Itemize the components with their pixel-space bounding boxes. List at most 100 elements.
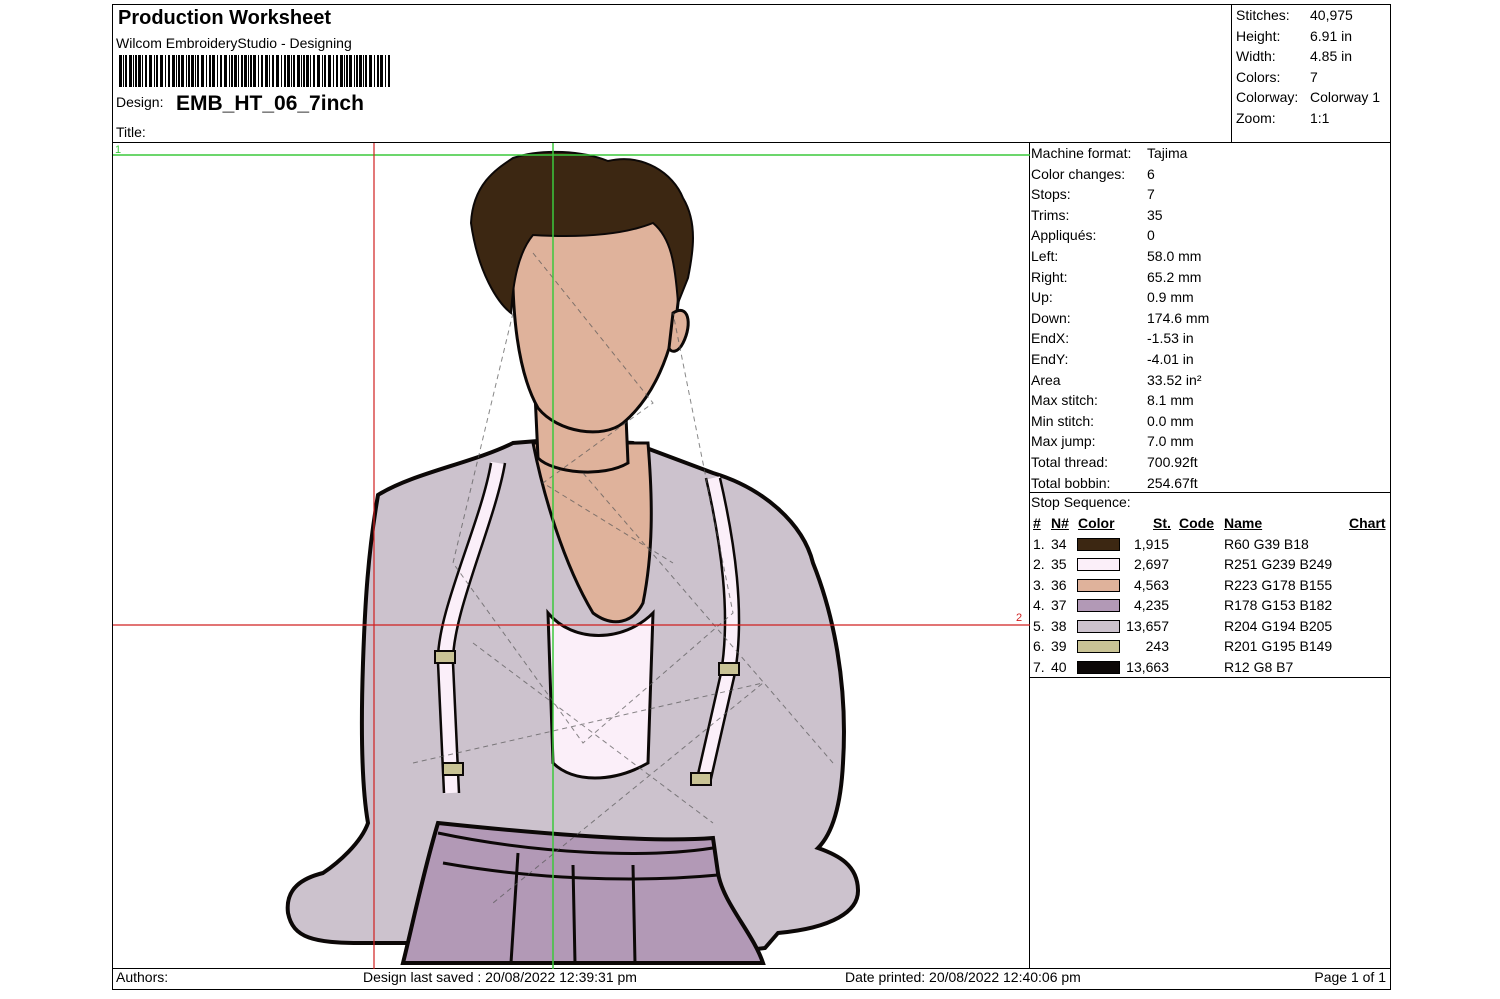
design-stats: Stitches: 40,975 Height: 6.91 in Width: 4.8… [1236, 5, 1380, 129]
barcode-bar [258, 55, 259, 87]
machine-row: Appliqués: 0 [1031, 227, 1155, 244]
barcode-bar [306, 55, 309, 87]
barcode-bar [359, 55, 362, 87]
machine-row: Up: 0.9 mm [1031, 289, 1194, 306]
color-swatch [1077, 558, 1120, 571]
barcode-bar [388, 55, 390, 87]
stop-row: 3. 36 4,563 R223 G178 B155 [1031, 576, 1389, 597]
stat-row: Zoom: 1:1 [1236, 109, 1330, 126]
barcode-bar [133, 55, 134, 87]
barcode-bar [333, 55, 334, 87]
barcode-bar [344, 55, 345, 87]
barcode-bar [322, 55, 323, 87]
barcode-bar [178, 55, 180, 87]
barcode-bar [125, 55, 127, 87]
barcode-bar [217, 55, 218, 87]
stop-row: 5. 38 13,657 R204 G194 B205 [1031, 617, 1389, 638]
stop-color-name: R223 G178 B155 [1224, 576, 1333, 593]
barcode-bar [380, 55, 383, 87]
barcode-bar [293, 55, 295, 87]
stop-needle: 39 [1051, 638, 1067, 654]
suspender-buckle [434, 650, 456, 664]
barcode-bar [297, 55, 300, 87]
barcode-bar [234, 55, 237, 87]
color-swatch [1077, 660, 1120, 674]
footer-last-saved: Design last saved : 20/08/2022 12:39:31 … [363, 969, 637, 985]
barcode-bar [191, 55, 194, 87]
worksheet-title: Production Worksheet [118, 7, 331, 29]
stat-row: Stitches: 40,975 [1236, 7, 1353, 23]
stop-row: 2. 35 2,697 R251 G239 B249 [1031, 555, 1389, 576]
suspender-buckle [690, 772, 712, 786]
stop-color-name: R251 G239 B249 [1224, 556, 1333, 572]
title-label: Title: [116, 124, 146, 140]
barcode-bar [291, 55, 292, 87]
barcode-bar [145, 55, 147, 87]
barcode-bar [224, 55, 227, 87]
stop-stitches: 243 [1145, 638, 1169, 654]
barcode-bar [328, 55, 331, 87]
barcode-image [119, 55, 390, 87]
machine-row: Total thread: 700.92ft [1031, 453, 1198, 470]
design-name: EMB_HT_06_7inch [176, 92, 364, 115]
color-swatch [1077, 599, 1120, 612]
stop-index: 4. [1033, 597, 1045, 613]
col-stitches: St. [1153, 515, 1171, 531]
design-preview: 1 2 [113, 143, 1030, 969]
barcode-bar [244, 55, 247, 87]
color-swatch [1077, 578, 1120, 592]
barcode-bar [303, 55, 305, 87]
barcode-bar [176, 55, 177, 87]
machine-row: Total bobbin: 254.67ft [1031, 474, 1198, 491]
stop-stitches: 13,657 [1126, 617, 1169, 634]
barcode-bar [165, 55, 166, 87]
machine-row: Color changes: 6 [1031, 165, 1155, 182]
machine-row: Down: 174.6 mm [1031, 309, 1210, 326]
col-chart: Chart [1349, 515, 1386, 531]
barcode-bar [248, 55, 249, 87]
barcode-bar [138, 55, 141, 87]
machine-info: Machine format: Tajima Color changes: 6 St… [1031, 143, 1209, 493]
barcode-bar [261, 55, 263, 87]
machine-row: Right: 65.2 mm [1031, 268, 1202, 285]
face-shape [511, 211, 682, 434]
barcode-bar [149, 55, 152, 87]
stop-stitches: 4,563 [1133, 576, 1169, 593]
footer-authors: Authors: [116, 969, 169, 985]
stop-needle: 38 [1051, 617, 1067, 634]
barcode-bar [188, 55, 190, 87]
stop-color-name: R178 G153 B182 [1224, 597, 1333, 613]
machine-row: Stops: 7 [1031, 186, 1155, 203]
barcode-bar [356, 55, 358, 87]
footer-date-printed: Date printed: 20/08/2022 12:40:06 pm [845, 969, 1081, 985]
stop-row: 4. 37 4,235 R178 G153 B182 [1031, 596, 1389, 617]
barcode-bar [135, 55, 137, 87]
stats-divider [1231, 5, 1232, 142]
machine-row: Machine format: Tajima [1031, 145, 1188, 161]
stop-table-header: # N# Color St. Code Name Chart [1031, 514, 1389, 535]
barcode-bar [301, 55, 302, 87]
guide-marker: 2 [1016, 612, 1022, 624]
barcode-bar [269, 55, 270, 87]
barcode-bar [195, 55, 196, 87]
barcode-bar [206, 55, 207, 87]
barcode-bar [201, 55, 204, 87]
stop-needle: 36 [1051, 576, 1067, 593]
barcode-bar [363, 55, 364, 87]
barcode-bar [123, 55, 124, 87]
barcode-bar [377, 55, 379, 87]
stop-stitches: 2,697 [1133, 556, 1169, 572]
stop-sequence-table: # N# Color St. Code Name Chart 1. 34 1,915… [1031, 514, 1389, 678]
barcode-bar [238, 55, 239, 87]
barcode-bar [317, 55, 320, 87]
machine-row: EndY: -4.01 in [1031, 350, 1194, 367]
stop-sequence-title: Stop Sequence: [1031, 494, 1131, 510]
stop-row: 7. 40 13,663 R12 G8 B7 [1031, 658, 1389, 679]
suspender-buckle [718, 662, 740, 676]
color-swatch [1077, 640, 1120, 653]
stop-index: 1. [1033, 535, 1045, 552]
barcode-bar [142, 55, 143, 87]
stop-needle: 35 [1051, 556, 1067, 572]
barcode-bar [369, 55, 372, 87]
barcode-bar [276, 55, 279, 87]
